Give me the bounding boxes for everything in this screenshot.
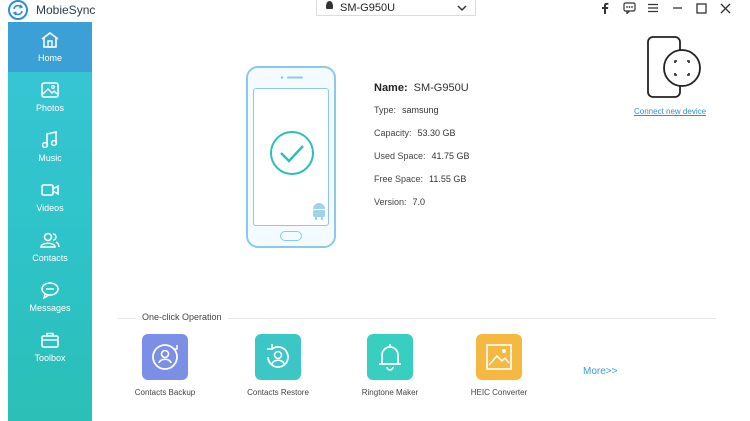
check-circle-icon — [270, 131, 314, 175]
chevron-down-icon[interactable] — [457, 3, 467, 15]
device-used-row: Used Space: 41.75 GB — [374, 151, 470, 174]
music-icon — [41, 131, 58, 149]
sidebar-item-messages[interactable]: Messages — [8, 272, 92, 322]
app-logo: MobieSync — [8, 0, 95, 20]
contacts-backup-label: Contacts Backup — [134, 388, 196, 397]
device-free-value: 11.55 GB — [429, 174, 467, 184]
device-name-label: Name: — [374, 82, 408, 94]
connect-new-device-link[interactable]: Connect new device — [634, 107, 706, 116]
phone-illustration — [246, 66, 336, 248]
device-type-row: Type: samsung — [374, 105, 470, 128]
device-version-value: 7.0 — [412, 197, 426, 207]
heic-converter-button[interactable]: HEIC Converter — [454, 334, 544, 397]
device-free-row: Free Space: 11.55 GB — [374, 174, 470, 197]
menu-icon[interactable] — [646, 1, 660, 15]
device-capacity-label: Capacity: — [374, 128, 412, 138]
sidebar-item-label: Home — [37, 53, 62, 63]
speaker-dots — [280, 76, 303, 79]
device-free-label: Free Space: — [374, 174, 424, 184]
device-selector[interactable]: SM-G950U — [316, 0, 476, 16]
sidebar-item-label: Toolbox — [34, 353, 66, 363]
video-icon — [41, 184, 59, 196]
device-used-label: Used Space: — [374, 151, 426, 161]
sidebar: Home Photos Music Videos Contacts Messag… — [8, 22, 92, 421]
close-icon[interactable] — [718, 1, 732, 15]
more-link[interactable]: More>> — [583, 366, 617, 377]
sidebar-item-label: Photos — [35, 103, 65, 113]
device-capacity-value: 53.30 GB — [417, 128, 456, 138]
contacts-restore-button[interactable]: Contacts Restore — [233, 334, 323, 397]
sidebar-item-label: Music — [38, 153, 62, 163]
device-version-label: Version: — [374, 197, 407, 207]
app-window: MobieSync SM-G950U Home Photos Music Vid… — [0, 0, 750, 421]
android-icon — [313, 203, 325, 220]
sidebar-item-label: Messages — [29, 303, 71, 313]
home-icon — [41, 32, 59, 48]
feedback-icon[interactable] — [622, 1, 636, 15]
sidebar-item-photos[interactable]: Photos — [8, 72, 92, 122]
contacts-restore-icon — [255, 334, 301, 380]
sidebar-item-contacts[interactable]: Contacts — [8, 222, 92, 272]
phone-screen — [253, 88, 329, 226]
one-click-title: One-click Operation — [136, 312, 228, 322]
sidebar-item-home[interactable]: Home — [8, 22, 92, 72]
device-selector-value: SM-G950U — [340, 1, 396, 14]
contacts-backup-icon — [142, 334, 188, 380]
phone-scan-icon[interactable] — [644, 36, 704, 100]
contacts-backup-button[interactable]: Contacts Backup — [120, 334, 210, 397]
device-type-value: samsung — [402, 105, 439, 115]
app-title: MobieSync — [36, 3, 96, 17]
minimize-icon[interactable] — [670, 1, 684, 15]
window-controls — [598, 1, 732, 15]
ringtone-bell-icon — [367, 334, 413, 380]
phone-home-button — [280, 231, 302, 241]
device-type-label: Type: — [374, 105, 397, 115]
sidebar-item-music[interactable]: Music — [8, 122, 92, 172]
toolbox-icon — [41, 332, 59, 348]
heic-image-icon — [476, 334, 522, 380]
facebook-icon[interactable] — [598, 1, 612, 15]
maximize-icon[interactable] — [694, 1, 708, 15]
sidebar-item-label: Videos — [36, 203, 64, 213]
heic-converter-label: HEIC Converter — [470, 388, 528, 397]
contacts-restore-label: Contacts Restore — [247, 388, 309, 397]
android-icon — [325, 1, 334, 14]
sidebar-item-videos[interactable]: Videos — [8, 172, 92, 222]
device-used-value: 41.75 GB — [431, 151, 470, 161]
device-name-value: SM-G950U — [413, 82, 469, 94]
device-name-row: Name: SM-G950U — [374, 82, 470, 105]
ringtone-maker-label: Ringtone Maker — [361, 388, 419, 397]
sync-logo-icon — [8, 0, 28, 20]
messages-icon — [41, 282, 59, 299]
device-version-row: Version: 7.0 — [374, 197, 470, 220]
device-info: Name: SM-G950U Type: samsung Capacity: 53.3… — [374, 82, 470, 220]
sidebar-item-label: Contacts — [32, 253, 68, 263]
contacts-icon — [40, 232, 60, 248]
device-capacity-row: Capacity: 53.30 GB — [374, 128, 470, 151]
sidebar-item-toolbox[interactable]: Toolbox — [8, 322, 92, 372]
photo-icon — [41, 82, 59, 98]
title-bar: MobieSync SM-G950U — [0, 0, 750, 20]
ringtone-maker-button[interactable]: Ringtone Maker — [345, 334, 435, 397]
